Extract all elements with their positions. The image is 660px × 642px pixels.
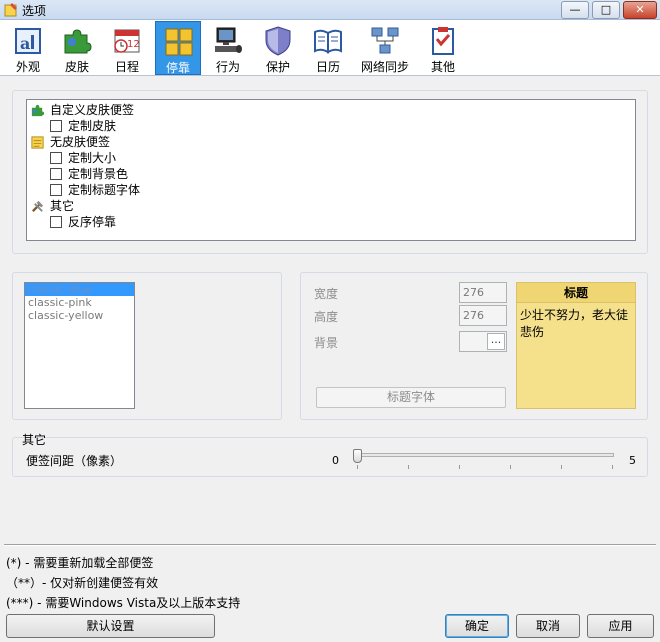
background-color-picker[interactable]: ...	[459, 331, 507, 352]
title-font-button[interactable]: 标题字体	[316, 387, 506, 408]
maximize-button[interactable]: □	[592, 1, 620, 19]
tab-protect[interactable]: 保护	[255, 21, 301, 75]
list-item[interactable]: classic-blue	[25, 283, 134, 296]
options-tree[interactable]: 自定义皮肤便签 定制皮肤 无皮肤便签 定制大小 定制背景色 定制标题字体 其它 …	[26, 99, 636, 241]
checklist-icon	[432, 27, 454, 55]
list-item[interactable]: classic-pink	[25, 296, 134, 309]
checkbox-box[interactable]	[50, 184, 62, 196]
list-item[interactable]: classic-yellow	[25, 309, 134, 322]
tools-icon	[31, 200, 44, 213]
tab-label: 停靠	[165, 61, 190, 75]
computer-icon	[215, 27, 242, 53]
settings-toolbar: a 外观 皮肤 12 日程 停靠 行为 保护 日历 网络同步 其他	[0, 20, 660, 76]
close-button[interactable]: ✕	[623, 1, 657, 19]
height-input[interactable]: 276	[459, 305, 507, 326]
grid-dock-icon	[165, 28, 193, 56]
checkbox-label: 定制大小	[68, 151, 117, 165]
book-icon	[314, 29, 342, 54]
puzzle-icon	[31, 104, 45, 117]
calendar-clock-icon: 12	[114, 29, 140, 53]
slider-tick	[357, 465, 358, 469]
title-bar: 选项 — □ ✕	[0, 0, 660, 20]
tab-label: 外观	[15, 60, 40, 74]
checkbox-box[interactable]	[50, 120, 62, 132]
tab-appearance[interactable]: a 外观	[5, 21, 51, 75]
tab-dock[interactable]: 停靠	[155, 21, 201, 75]
browse-button[interactable]: ...	[487, 333, 505, 350]
checkbox-label: 定制标题字体	[68, 183, 141, 197]
tab-label: 皮肤	[64, 60, 89, 74]
ok-button[interactable]: 确定	[445, 614, 509, 638]
tab-label: 日历	[315, 60, 340, 74]
background-label: 背景	[314, 336, 339, 350]
note-icon	[31, 136, 44, 149]
svg-text:12: 12	[127, 39, 140, 50]
preview-body: 少壮不努力，老大徒悲伤	[520, 308, 629, 339]
apply-button[interactable]: 应用	[587, 614, 654, 638]
width-input[interactable]: 276	[459, 282, 507, 303]
checkbox-label: 定制背景色	[68, 167, 129, 181]
spacing-slider-thumb[interactable]	[353, 449, 362, 463]
tab-calendar[interactable]: 日历	[305, 21, 351, 75]
height-label: 高度	[314, 310, 339, 324]
footnote-reload: (*) - 需要重新加载全部便签	[6, 556, 154, 570]
note-spacing-label: 便签间距（像素）	[26, 454, 123, 468]
tab-label: 其他	[430, 60, 455, 74]
slider-tick	[510, 465, 511, 469]
width-label: 宽度	[314, 287, 339, 301]
shield-icon	[265, 26, 291, 56]
tab-behavior[interactable]: 行为	[205, 21, 251, 75]
tree-group-label: 其它	[50, 199, 75, 213]
appearance-icon: a	[15, 28, 41, 54]
checkbox-box[interactable]	[50, 216, 62, 228]
checkbox-box[interactable]	[50, 168, 62, 180]
tab-other[interactable]: 其他	[420, 21, 466, 75]
tab-network-sync[interactable]: 网络同步	[357, 21, 413, 75]
reset-defaults-button[interactable]: 默认设置	[6, 614, 215, 638]
svg-text:a: a	[20, 34, 30, 53]
slider-min-label: 0	[332, 454, 339, 467]
tab-label: 网络同步	[360, 60, 409, 74]
skin-listbox[interactable]: classic-blue classic-pink classic-yellow	[24, 282, 135, 409]
spacing-slider-track[interactable]	[357, 453, 614, 457]
footnote-vista: (***) - 需要Windows Vista及以上版本支持	[6, 596, 241, 610]
tab-skin[interactable]: 皮肤	[54, 21, 100, 75]
slider-tick	[408, 465, 409, 469]
cancel-button[interactable]: 取消	[516, 614, 580, 638]
preview-title: 标题	[517, 283, 635, 303]
tab-label: 日程	[114, 60, 139, 74]
minimize-button[interactable]: —	[561, 1, 589, 19]
checkbox-label: 反序停靠	[68, 215, 117, 229]
checkbox-box[interactable]	[50, 152, 62, 164]
puzzle-icon	[64, 29, 92, 54]
footnote-new-notes: （**）- 仅对新创建便签有效	[6, 576, 159, 590]
other-section-label: 其它	[22, 433, 47, 447]
network-icon	[371, 27, 399, 54]
slider-tick	[561, 465, 562, 469]
tab-label: 保护	[265, 60, 290, 74]
slider-tick	[459, 465, 460, 469]
slider-tick	[612, 465, 613, 469]
tab-label: 行为	[215, 60, 240, 74]
checkbox-label: 定制皮肤	[68, 119, 117, 133]
tree-group-label: 自定义皮肤便签	[50, 103, 135, 117]
tree-group-label: 无皮肤便签	[50, 135, 111, 149]
slider-max-label: 5	[629, 454, 636, 467]
note-preview: 标题 少壮不努力，老大徒悲伤	[516, 282, 636, 409]
app-note-icon	[4, 3, 17, 17]
tab-schedule[interactable]: 12 日程	[104, 21, 150, 75]
footer-separator	[4, 544, 656, 546]
window-title: 选项	[22, 4, 47, 18]
